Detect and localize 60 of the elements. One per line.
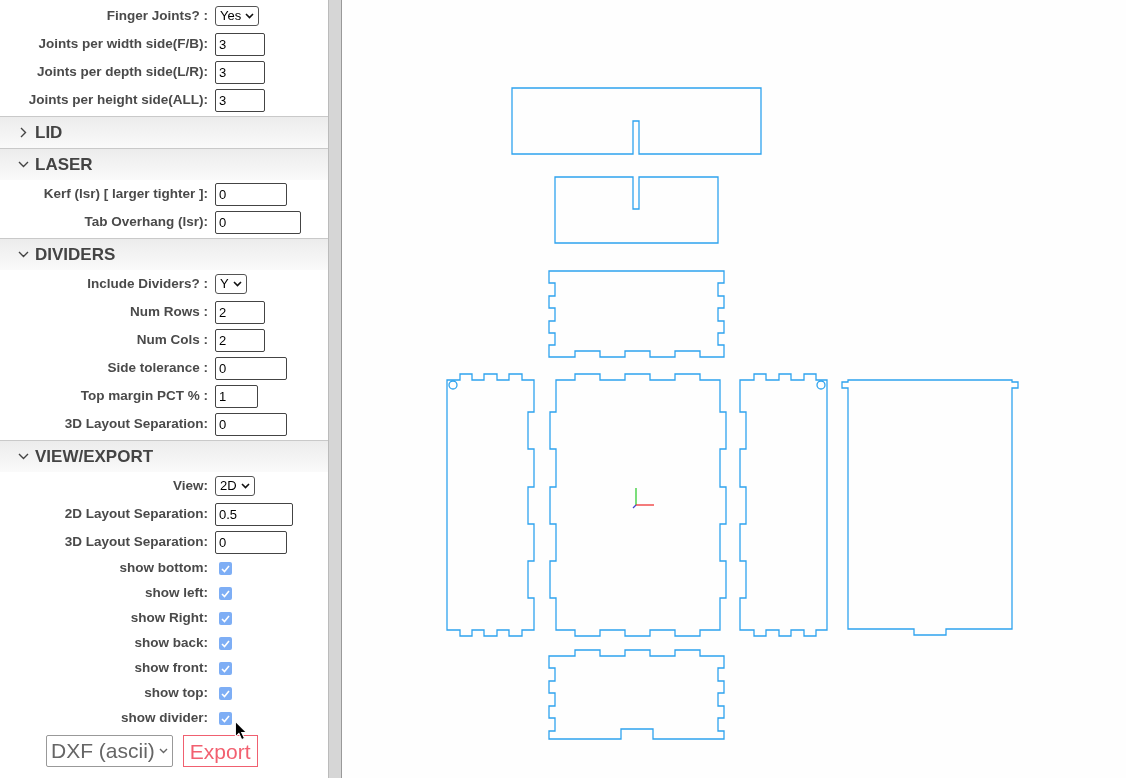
input-field[interactable]: 0	[215, 182, 287, 206]
checkbox[interactable]	[219, 637, 232, 650]
chevron-down-icon	[18, 451, 29, 462]
input-field[interactable]: 3	[215, 60, 265, 84]
field-label: View:	[172, 476, 209, 495]
dropdown[interactable]: Y	[215, 274, 247, 294]
input-field[interactable]: 3	[215, 32, 265, 56]
field-label: 3D Layout Separation:	[63, 414, 209, 433]
caret-icon	[245, 13, 255, 19]
checkbox[interactable]	[219, 587, 232, 600]
field-label: Joints per width side(F/B):	[37, 34, 209, 53]
cursor-icon	[234, 720, 248, 741]
field-label: show divider:	[120, 709, 209, 728]
field-label: Side tolerance :	[106, 358, 209, 377]
checkbox[interactable]	[219, 687, 232, 700]
chevron-down-icon	[18, 159, 29, 170]
input-field[interactable]: 0	[215, 530, 287, 554]
checkbox[interactable]	[219, 712, 232, 725]
input-field[interactable]: 3	[215, 88, 265, 112]
dropdown[interactable]: Yes	[215, 6, 260, 26]
input-field[interactable]: 0.5	[215, 502, 293, 526]
field-label: show front:	[133, 659, 209, 678]
checkbox[interactable]	[219, 562, 232, 575]
caret-icon	[232, 281, 242, 287]
input-field[interactable]: 2	[215, 328, 265, 352]
field-label: 2D Layout Separation:	[63, 504, 209, 523]
field-label: Tab Overhang (lsr):	[83, 212, 209, 231]
field-label: show Right:	[129, 609, 209, 628]
section-header[interactable]: VIEW/EXPORT	[0, 440, 328, 472]
field-label: show bottom:	[118, 559, 209, 578]
input-field[interactable]: 0	[215, 412, 287, 436]
format-dropdown[interactable]: DXF (ascii)	[46, 735, 173, 767]
field-label: Include Dividers? :	[86, 274, 209, 293]
field-label: Kerf (lsr) [ larger tighter ]:	[42, 184, 209, 203]
chevron-right-icon	[18, 127, 29, 138]
checkbox[interactable]	[219, 662, 232, 675]
input-field[interactable]: 1	[215, 384, 258, 408]
caret-icon	[240, 483, 250, 489]
section-header[interactable]: DIVIDERS	[0, 238, 328, 270]
dropdown[interactable]: 2D	[215, 476, 255, 496]
caret-icon	[158, 748, 168, 754]
field-label: Num Rows :	[129, 302, 209, 321]
field-label: Num Cols :	[135, 330, 209, 349]
checkbox[interactable]	[219, 612, 232, 625]
field-label: show top:	[143, 684, 209, 703]
field-label: Joints per height side(ALL):	[27, 90, 209, 109]
axes-icon	[632, 487, 655, 509]
field-label: show back:	[133, 634, 209, 653]
input-field[interactable]: 2	[215, 300, 265, 324]
section-header[interactable]: LID	[0, 116, 328, 148]
chevron-down-icon	[18, 249, 29, 260]
field-label: show left:	[144, 584, 209, 603]
field-label: Joints per depth side(L/R):	[36, 62, 209, 81]
input-field[interactable]: 0	[215, 210, 301, 234]
field-label: 3D Layout Separation:	[63, 532, 209, 551]
section-header[interactable]: LASER	[0, 148, 328, 180]
scrollbar[interactable]	[329, 0, 342, 778]
input-field[interactable]: 0	[215, 356, 287, 380]
field-label: Finger Joints? :	[105, 6, 209, 25]
field-label: Top margin PCT % :	[79, 386, 209, 405]
